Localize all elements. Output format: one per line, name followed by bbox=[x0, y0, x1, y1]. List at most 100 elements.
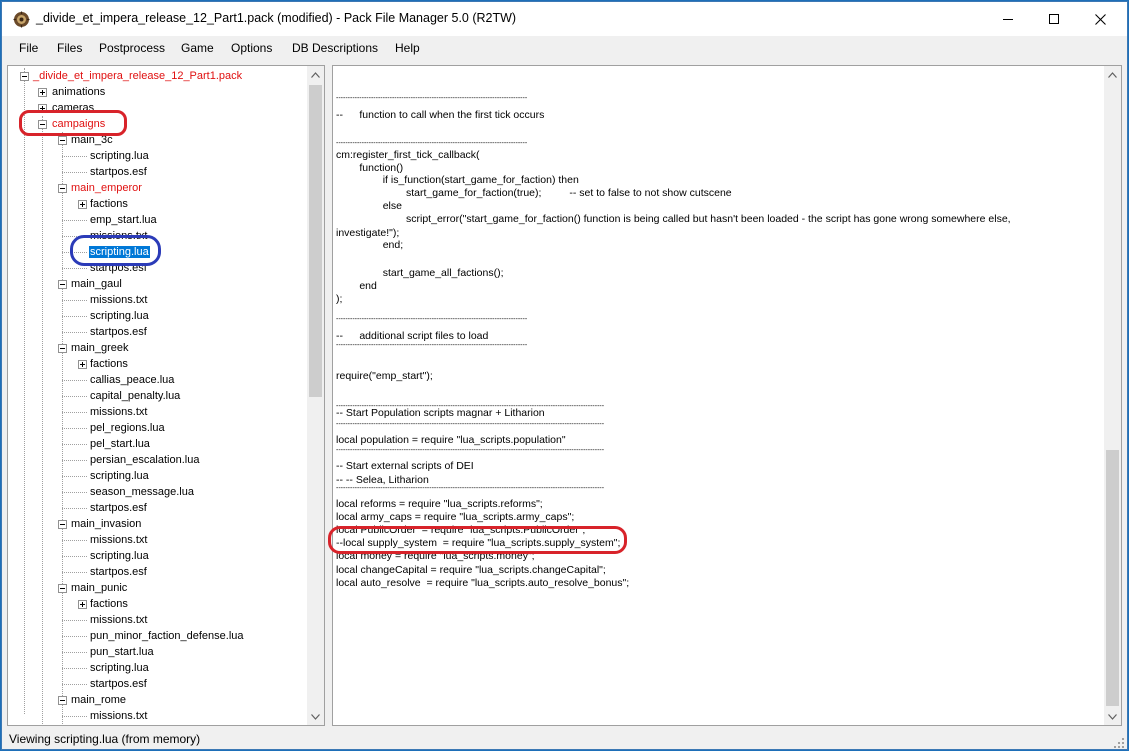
code-line: ----------------------------------------… bbox=[336, 342, 528, 349]
tree-item-factions-expand-toggle[interactable] bbox=[78, 600, 87, 609]
tree-item-factions-expand-toggle[interactable] bbox=[78, 360, 87, 369]
content-vertical-scrollbar[interactable] bbox=[1104, 66, 1121, 725]
tree-item-main-greek-collapse-toggle[interactable] bbox=[58, 344, 67, 353]
tree-item-emp-start-lua[interactable]: emp_start.lua bbox=[89, 212, 158, 228]
tree-item-pun-minor-faction-defense-lua[interactable]: pun_minor_faction_defense.lua bbox=[89, 628, 245, 644]
status-text: Viewing scripting.lua (from memory) bbox=[9, 732, 201, 746]
tree-connector bbox=[62, 652, 87, 653]
tree-item-scripting-lua[interactable]: scripting.lua bbox=[89, 660, 150, 676]
tree-connector bbox=[62, 636, 87, 637]
file-tree[interactable]: _divide_et_impera_release_12_Part1.packa… bbox=[7, 65, 325, 726]
tree-connector bbox=[62, 540, 87, 541]
tree-item-missions-txt[interactable]: missions.txt bbox=[89, 612, 148, 628]
tree-item-animations-expand-toggle[interactable] bbox=[38, 88, 47, 97]
tree-item-startpos-esf[interactable]: startpos.esf bbox=[89, 676, 148, 692]
tree-item-label: animations bbox=[52, 86, 106, 98]
tree-item-label: pun_minor_faction_defense.lua bbox=[90, 630, 244, 642]
tree-item-main-gaul[interactable]: main_gaul bbox=[70, 276, 123, 292]
tree-vertical-scrollbar[interactable] bbox=[307, 66, 324, 725]
tree-item-factions[interactable]: factions bbox=[89, 196, 129, 212]
menu-files[interactable]: Files bbox=[57, 41, 82, 55]
tree-item-scripting-lua[interactable]: scripting.lua bbox=[89, 308, 150, 324]
menu-game[interactable]: Game bbox=[181, 41, 214, 55]
tree-item-startpos-esf[interactable]: startpos.esf bbox=[89, 324, 148, 340]
scroll-up-icon[interactable] bbox=[1104, 66, 1121, 83]
tree-item-main-rome[interactable]: main_rome bbox=[70, 692, 127, 708]
tree-item-startpos-esf[interactable]: startpos.esf bbox=[89, 164, 148, 180]
tree-item-main-punic-collapse-toggle[interactable] bbox=[58, 584, 67, 593]
tree-connector bbox=[62, 444, 87, 445]
tree-item-startpos-esf[interactable]: startpos.esf bbox=[89, 500, 148, 516]
scroll-down-icon[interactable] bbox=[1104, 708, 1121, 725]
scroll-up-icon[interactable] bbox=[307, 66, 324, 83]
tree-item-startpos-esf[interactable]: startpos.esf bbox=[89, 564, 148, 580]
code-line: require("emp_start"); bbox=[336, 370, 433, 382]
maximize-icon bbox=[1049, 14, 1059, 24]
minimize-button[interactable] bbox=[985, 2, 1031, 36]
menu-db-descriptions[interactable]: DB Descriptions bbox=[292, 41, 378, 55]
tree-item-label: scripting.lua bbox=[90, 470, 149, 482]
tree-item-season-message-lua[interactable]: season_message.lua bbox=[89, 484, 195, 500]
code-line: local reforms = require "lua_scripts.ref… bbox=[336, 498, 543, 510]
tree-item-missions-txt[interactable]: missions.txt bbox=[89, 404, 148, 420]
tree-item-animations[interactable]: animations bbox=[51, 84, 106, 100]
tree-item-scripting-lua[interactable]: scripting.lua bbox=[89, 468, 150, 484]
tree-item-main-emperor[interactable]: main_emperor bbox=[70, 180, 143, 196]
tree-item-label: scripting.lua bbox=[90, 310, 149, 322]
tree-item-main-emperor-collapse-toggle[interactable] bbox=[58, 184, 67, 193]
tree-item-label: factions bbox=[90, 358, 128, 370]
title-bar: _divide_et_impera_release_12_Part1.pack … bbox=[2, 2, 1127, 36]
tree-item-pel-start-lua[interactable]: pel_start.lua bbox=[89, 436, 151, 452]
menu-help[interactable]: Help bbox=[395, 41, 420, 55]
scroll-down-icon[interactable] bbox=[307, 708, 324, 725]
content-scroll-thumb[interactable] bbox=[1106, 450, 1119, 706]
tree-connector bbox=[62, 556, 87, 557]
status-bar: Viewing scripting.lua (from memory) bbox=[2, 727, 1127, 749]
close-button[interactable] bbox=[1077, 2, 1123, 36]
tree-item-label: callias_peace.lua bbox=[90, 374, 175, 386]
tree-item-capital-penalty-lua[interactable]: capital_penalty.lua bbox=[89, 388, 181, 404]
tree-item-scripting-lua[interactable]: scripting.lua bbox=[89, 548, 150, 564]
tree-item-pel-regions-lua[interactable]: pel_regions.lua bbox=[89, 420, 166, 436]
tree-item-persian-escalation-lua[interactable]: persian_escalation.lua bbox=[89, 452, 200, 468]
tree-item-label: scripting.lua bbox=[90, 550, 149, 562]
tree-item-scripting-lua[interactable]: scripting.lua bbox=[89, 148, 150, 164]
tree-scroll-thumb[interactable] bbox=[309, 85, 322, 397]
file-content-view[interactable]: ----------------------------------------… bbox=[332, 65, 1122, 726]
tree-guide-line bbox=[24, 68, 25, 714]
tree-root[interactable]: _divide_et_impera_release_12_Part1.pack bbox=[32, 68, 243, 84]
tree-guide-line bbox=[42, 116, 43, 725]
code-line: -- Start external scripts of DEI bbox=[336, 460, 474, 472]
tree-item-factions-expand-toggle[interactable] bbox=[78, 200, 87, 209]
tree-connector bbox=[62, 684, 87, 685]
tree-item-main-invasion-collapse-toggle[interactable] bbox=[58, 520, 67, 529]
tree-root-collapse-toggle[interactable] bbox=[20, 72, 29, 81]
highlight-campaigns-folder bbox=[19, 110, 127, 136]
menu-file[interactable]: File bbox=[19, 41, 38, 55]
tree-item-missions-txt[interactable]: missions.txt bbox=[89, 532, 148, 548]
tree-item-main-gaul-collapse-toggle[interactable] bbox=[58, 280, 67, 289]
tree-item-missions-txt[interactable]: missions.txt bbox=[89, 708, 148, 724]
tree-connector bbox=[62, 172, 87, 173]
tree-item-callias-peace-lua[interactable]: callias_peace.lua bbox=[89, 372, 175, 388]
tree-item-missions-txt[interactable]: missions.txt bbox=[89, 292, 148, 308]
menu-postprocess[interactable]: Postprocess bbox=[99, 41, 165, 55]
tree-connector bbox=[62, 620, 87, 621]
menu-options[interactable]: Options bbox=[231, 41, 272, 55]
maximize-button[interactable] bbox=[1031, 2, 1077, 36]
code-line: local army_caps = require "lua_scripts.a… bbox=[336, 511, 575, 523]
tree-item-main-rome-collapse-toggle[interactable] bbox=[58, 696, 67, 705]
tree-item-label: missions.txt bbox=[90, 294, 148, 306]
tree-item-label: missions.txt bbox=[90, 534, 148, 546]
tree-item-factions[interactable]: factions bbox=[89, 356, 129, 372]
tree-item-main-3c-collapse-toggle[interactable] bbox=[58, 136, 67, 145]
tree-item-main-invasion[interactable]: main_invasion bbox=[70, 516, 142, 532]
tree-item-main-greek[interactable]: main_greek bbox=[70, 340, 129, 356]
tree-connector bbox=[62, 668, 87, 669]
tree-item-main-punic[interactable]: main_punic bbox=[70, 580, 128, 596]
window-title: _divide_et_impera_release_12_Part1.pack … bbox=[36, 11, 517, 25]
tree-item-pun-start-lua[interactable]: pun_start.lua bbox=[89, 644, 155, 660]
code-line: start_game_for_faction(true); -- set to … bbox=[336, 187, 732, 199]
tree-item-factions[interactable]: factions bbox=[89, 596, 129, 612]
tree-connector bbox=[62, 460, 87, 461]
